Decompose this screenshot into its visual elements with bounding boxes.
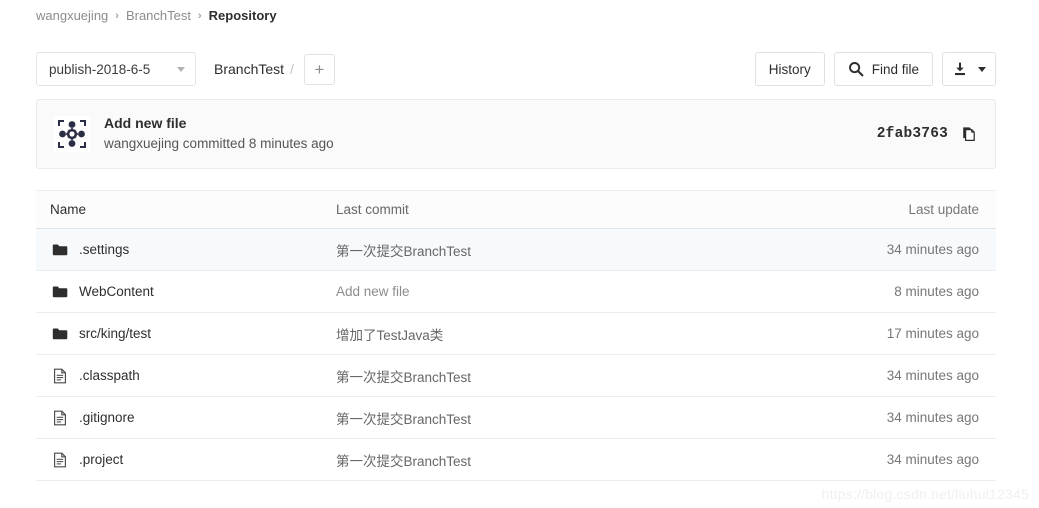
find-file-button[interactable]: Find file bbox=[833, 52, 933, 86]
last-commit-cell[interactable]: 第一次提交BranchTest bbox=[336, 366, 816, 386]
breadcrumb-separator: › bbox=[198, 10, 202, 22]
file-name-label: .classpath bbox=[79, 368, 140, 383]
branch-select-value: publish-2018-6-5 bbox=[49, 61, 151, 77]
commit-right-group: 2fab3763 bbox=[877, 126, 977, 142]
history-button-label: History bbox=[768, 61, 811, 77]
copy-icon[interactable] bbox=[961, 126, 977, 142]
file-name-cell[interactable]: .gitignore bbox=[36, 410, 336, 426]
file-icon bbox=[52, 452, 68, 468]
path-root-label[interactable]: BranchTest bbox=[214, 61, 284, 77]
repository-page: wangxuejing › BranchTest › Repository pu… bbox=[0, 0, 1039, 508]
caret-down-icon bbox=[978, 66, 986, 72]
file-icon bbox=[52, 410, 68, 426]
commit-text-block: Add new file wangxuejing committed 8 min… bbox=[104, 114, 334, 154]
last-update-cell: 8 minutes ago bbox=[894, 284, 979, 299]
folder-icon bbox=[52, 284, 68, 300]
file-name-cell[interactable]: WebContent bbox=[36, 284, 336, 300]
toolbar-left-group: publish-2018-6-5 BranchTest / + bbox=[36, 52, 335, 86]
last-update-cell: 17 minutes ago bbox=[886, 326, 979, 341]
file-name-cell[interactable]: .classpath bbox=[36, 368, 336, 384]
identicon-avatar bbox=[54, 116, 90, 152]
file-name-cell[interactable]: .settings bbox=[36, 242, 336, 258]
column-header-name: Name bbox=[50, 202, 87, 217]
last-commit-cell[interactable]: Add new file bbox=[336, 284, 816, 299]
last-update-cell: 34 minutes ago bbox=[886, 452, 979, 467]
toolbar-right-group: History Find file bbox=[754, 52, 996, 86]
chevron-down-icon bbox=[177, 66, 185, 72]
path-separator: / bbox=[290, 61, 294, 77]
branch-select[interactable]: publish-2018-6-5 bbox=[36, 52, 196, 86]
file-name-label: .settings bbox=[79, 242, 130, 257]
search-icon bbox=[848, 61, 864, 77]
add-to-tree-button[interactable]: + bbox=[303, 53, 335, 85]
file-table: Name Last commit Last update .settings 第一… bbox=[36, 190, 996, 481]
file-name-label: .gitignore bbox=[79, 410, 135, 425]
breadcrumb-separator: › bbox=[115, 10, 119, 22]
last-update-cell: 34 minutes ago bbox=[886, 242, 979, 257]
file-name-cell[interactable]: .project bbox=[36, 452, 336, 468]
folder-icon bbox=[52, 326, 68, 342]
breadcrumb-item-namespace[interactable]: wangxuejing bbox=[36, 7, 108, 25]
table-row[interactable]: WebContent Add new file 8 minutes ago bbox=[36, 271, 996, 313]
table-row[interactable]: .settings 第一次提交BranchTest 34 minutes ago bbox=[36, 229, 996, 271]
commit-meta: wangxuejing committed 8 minutes ago bbox=[104, 136, 334, 151]
file-name-label: .project bbox=[79, 452, 124, 467]
column-header-last-commit: Last commit bbox=[336, 202, 409, 217]
column-header-last-update: Last update bbox=[908, 202, 979, 217]
download-icon bbox=[952, 61, 968, 77]
last-commit-cell[interactable]: 增加了TestJava类 bbox=[336, 324, 816, 344]
history-button[interactable]: History bbox=[754, 52, 825, 86]
last-commit-cell[interactable]: 第一次提交BranchTest bbox=[336, 450, 816, 470]
last-commit-cell[interactable]: 第一次提交BranchTest bbox=[336, 408, 816, 428]
last-update-cell: 34 minutes ago bbox=[886, 410, 979, 425]
commit-sha[interactable]: 2fab3763 bbox=[877, 126, 948, 142]
table-header-row: Name Last commit Last update bbox=[36, 191, 996, 229]
plus-icon: + bbox=[314, 59, 325, 79]
breadcrumb-item-project[interactable]: BranchTest bbox=[126, 7, 191, 25]
last-commit-panel: Add new file wangxuejing committed 8 min… bbox=[36, 99, 996, 169]
table-row[interactable]: .project 第一次提交BranchTest 34 minutes ago bbox=[36, 439, 996, 481]
folder-icon bbox=[52, 242, 68, 258]
breadcrumb-item-repository[interactable]: Repository bbox=[209, 7, 277, 25]
file-name-cell[interactable]: src/king/test bbox=[36, 326, 336, 342]
commit-title[interactable]: Add new file bbox=[104, 114, 334, 133]
repository-toolbar: publish-2018-6-5 BranchTest / + History bbox=[36, 40, 996, 98]
last-update-cell: 34 minutes ago bbox=[886, 368, 979, 383]
last-commit-cell[interactable]: 第一次提交BranchTest bbox=[336, 240, 816, 260]
file-name-label: src/king/test bbox=[79, 326, 152, 341]
watermark: https://blog.csdn.net/liuhui12345 bbox=[821, 486, 1029, 502]
table-row[interactable]: src/king/test 增加了TestJava类 17 minutes ago bbox=[36, 313, 996, 355]
file-icon bbox=[52, 368, 68, 384]
file-name-label: WebContent bbox=[79, 284, 154, 299]
find-file-button-label: Find file bbox=[871, 61, 919, 77]
breadcrumb: wangxuejing › BranchTest › Repository bbox=[36, 7, 277, 25]
table-row[interactable]: .classpath 第一次提交BranchTest 34 minutes ago bbox=[36, 355, 996, 397]
download-button[interactable] bbox=[942, 52, 996, 86]
table-row[interactable]: .gitignore 第一次提交BranchTest 34 minutes ago bbox=[36, 397, 996, 439]
